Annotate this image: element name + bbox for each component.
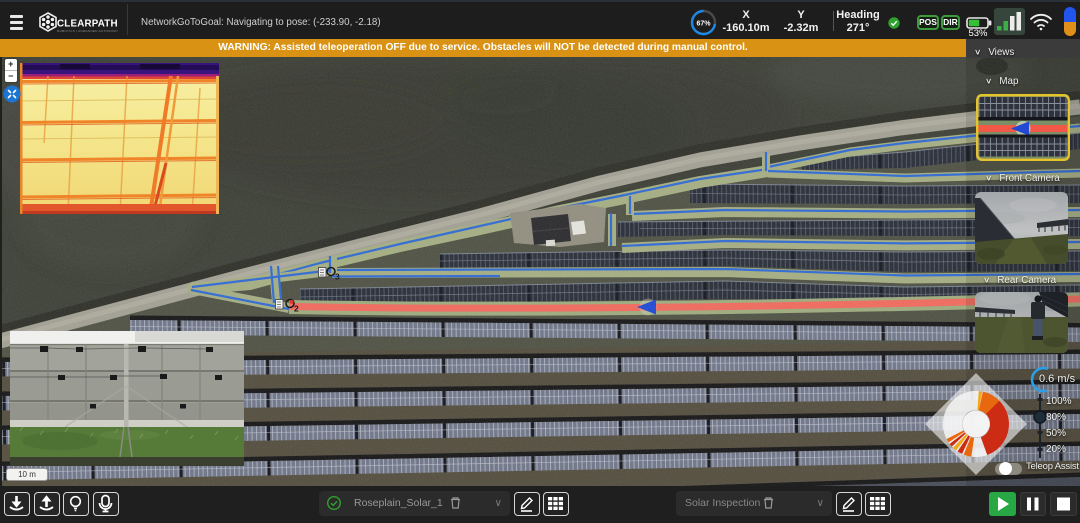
svg-text:ROBOTICS | UNMANNED AUTONOMY: ROBOTICS | UNMANNED AUTONOMY — [57, 29, 118, 33]
svg-text:CLEARPATH: CLEARPATH — [57, 19, 118, 30]
svg-text:67%: 67% — [696, 21, 711, 28]
